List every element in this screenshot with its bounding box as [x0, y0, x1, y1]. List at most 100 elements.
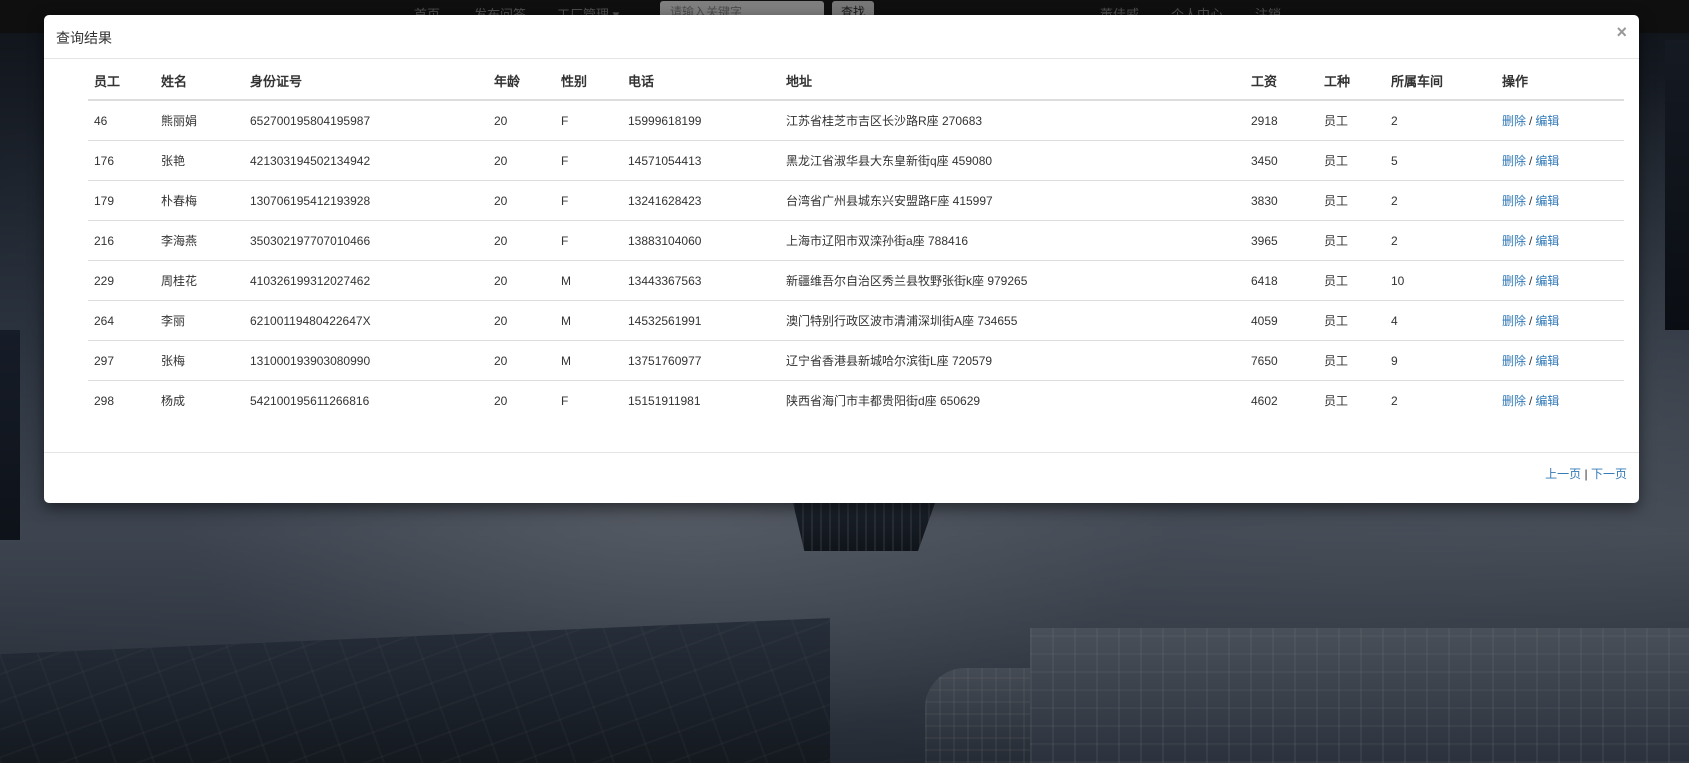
- delete-link[interactable]: 删除: [1502, 114, 1526, 128]
- cell-actions: 删除 / 编辑: [1496, 340, 1624, 381]
- cell-workshop: 9: [1385, 340, 1496, 381]
- prev-page-link[interactable]: 上一页: [1545, 467, 1581, 481]
- cell-gender: F: [555, 220, 622, 261]
- cell-salary: 3450: [1245, 140, 1318, 181]
- cell-id-number: 652700195804195987: [244, 100, 488, 141]
- cell-age: 20: [494, 393, 508, 408]
- edit-link[interactable]: 编辑: [1535, 394, 1559, 408]
- query-result-modal: 查询结果 × 员工 姓名 身份证号 年龄 性别 电话 地址 工资 工种 所属车间…: [44, 15, 1639, 503]
- cell-age: 20: [488, 180, 555, 221]
- delete-link[interactable]: 删除: [1502, 274, 1526, 288]
- table-row: 297 张梅 131000193903080990 20 M 13751760977 辽宁省…: [88, 340, 1624, 381]
- cell-job-type: 员工: [1324, 394, 1349, 408]
- cell-name: 杨成: [161, 394, 186, 408]
- delete-link[interactable]: 删除: [1502, 354, 1526, 368]
- edit-link[interactable]: 编辑: [1535, 194, 1559, 208]
- table-row: 46 熊丽娟 652700195804195987 20 F 15999618199 江苏省…: [88, 100, 1624, 141]
- col-header-gender: 性别: [555, 61, 622, 101]
- cell-age: 20: [488, 260, 555, 301]
- cell-phone: 13241628423: [622, 180, 780, 221]
- delete-link[interactable]: 删除: [1502, 394, 1526, 408]
- edit-link[interactable]: 编辑: [1535, 234, 1559, 248]
- next-page-link[interactable]: 下一页: [1591, 467, 1627, 481]
- table-row: 216 李海燕 350302197707010466 20 F 13883104060 上海…: [88, 220, 1624, 261]
- cell-gender: M: [555, 260, 622, 301]
- cell-address: 江苏省桂芝市吉区长沙路R座 270683: [780, 100, 1245, 141]
- cell-name: 李海燕: [155, 220, 244, 261]
- cell-actions: 删除 / 编辑: [1496, 100, 1624, 141]
- modal-body: 员工 姓名 身份证号 年龄 性别 电话 地址 工资 工种 所属车间 操作 46 熊…: [44, 59, 1639, 469]
- cell-workshop: 10: [1385, 260, 1496, 301]
- action-separator: /: [1529, 394, 1533, 408]
- edit-link[interactable]: 编辑: [1535, 274, 1559, 288]
- cell-salary: 2918: [1245, 100, 1318, 141]
- cell-address: 台湾省广州县城东兴安盟路F座 415997: [780, 180, 1245, 221]
- col-header-phone: 电话: [622, 61, 780, 101]
- edit-link[interactable]: 编辑: [1535, 314, 1559, 328]
- cell-phone: 13751760977: [622, 340, 780, 381]
- cell-age: 20: [488, 300, 555, 341]
- cell-gender: M: [555, 300, 622, 341]
- pagination: 上一页 | 下一页: [1545, 465, 1627, 482]
- cell-salary: 4602: [1251, 393, 1278, 408]
- cell-employee-id: 176: [88, 140, 155, 181]
- table-row: 298 杨成 542100195611266816 20 F 15151911981 陕西省…: [88, 381, 1624, 421]
- cell-age: 20: [488, 220, 555, 261]
- cell-id-number: 542100195611266816: [250, 393, 370, 408]
- cell-salary: 3965: [1245, 220, 1318, 261]
- col-header-employee-id: 员工: [88, 61, 155, 101]
- table-row: 176 张艳 421303194502134942 20 F 14571054413 黑龙江…: [88, 140, 1624, 181]
- cell-actions: 删除 / 编辑: [1496, 300, 1624, 341]
- cell-gender: F: [555, 180, 622, 221]
- edit-link[interactable]: 编辑: [1535, 354, 1559, 368]
- cell-salary: 3830: [1245, 180, 1318, 221]
- pager-separator: |: [1584, 467, 1588, 481]
- cell-gender: F: [561, 393, 569, 408]
- col-header-job-type: 工种: [1318, 61, 1385, 101]
- edit-link[interactable]: 编辑: [1535, 154, 1559, 168]
- cell-id-number: 350302197707010466: [244, 220, 488, 261]
- table-row: 264 李丽 62100119480422647X 20 M 14532561991 澳门特…: [88, 300, 1624, 341]
- delete-link[interactable]: 删除: [1502, 194, 1526, 208]
- table-row: 229 周桂花 410326199312027462 20 M 13443367563 新疆…: [88, 260, 1624, 301]
- col-header-salary: 工资: [1245, 61, 1318, 101]
- cell-id-number: 421303194502134942: [244, 140, 488, 181]
- cell-workshop: 2: [1391, 393, 1398, 408]
- action-separator: /: [1529, 114, 1533, 128]
- close-icon[interactable]: ×: [1616, 22, 1627, 43]
- delete-link[interactable]: 删除: [1502, 154, 1526, 168]
- col-header-address: 地址: [780, 61, 1245, 101]
- cell-actions: 删除 / 编辑: [1496, 140, 1624, 181]
- action-separator: /: [1529, 314, 1533, 328]
- cell-job-type: 员工: [1318, 340, 1385, 381]
- cell-name: 朴春梅: [155, 180, 244, 221]
- delete-link[interactable]: 删除: [1502, 234, 1526, 248]
- action-separator: /: [1529, 154, 1533, 168]
- cell-phone: 13443367563: [622, 260, 780, 301]
- delete-link[interactable]: 删除: [1502, 314, 1526, 328]
- cell-age: 20: [488, 140, 555, 181]
- cell-address: 澳门特别行政区波市清浦深圳街A座 734655: [780, 300, 1245, 341]
- edit-link[interactable]: 编辑: [1535, 114, 1559, 128]
- cell-workshop: 2: [1385, 180, 1496, 221]
- cell-id-number: 62100119480422647X: [244, 300, 488, 341]
- cell-job-type: 员工: [1318, 220, 1385, 261]
- cell-employee-id: 264: [88, 300, 155, 341]
- cell-actions: 删除 / 编辑: [1496, 220, 1624, 261]
- modal-footer: 上一页 | 下一页: [44, 452, 1639, 503]
- cell-age: 20: [488, 340, 555, 381]
- cell-workshop: 2: [1385, 220, 1496, 261]
- employee-table: 员工 姓名 身份证号 年龄 性别 电话 地址 工资 工种 所属车间 操作 46 熊…: [88, 61, 1624, 420]
- action-separator: /: [1529, 194, 1533, 208]
- cell-actions: 删除 / 编辑: [1496, 180, 1624, 221]
- cell-address: 上海市辽阳市双滦孙街a座 788416: [780, 220, 1245, 261]
- cell-employee-id: 297: [88, 340, 155, 381]
- col-header-name: 姓名: [155, 61, 244, 101]
- action-separator: /: [1529, 354, 1533, 368]
- cell-id-number: 131000193903080990: [244, 340, 488, 381]
- cell-phone: 14571054413: [622, 140, 780, 181]
- cell-age: 20: [488, 100, 555, 141]
- cell-job-type: 员工: [1318, 140, 1385, 181]
- cell-salary: 6418: [1245, 260, 1318, 301]
- cell-name: 张艳: [155, 140, 244, 181]
